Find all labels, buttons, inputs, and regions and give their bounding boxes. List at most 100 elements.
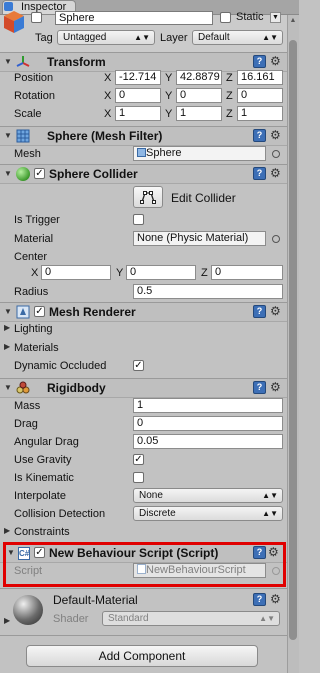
is-kinematic-checkbox[interactable] — [133, 472, 144, 483]
transform-header[interactable] — [0, 52, 287, 72]
axis-y-label[interactable]: Y — [116, 266, 123, 280]
edit-collider-button[interactable] — [133, 186, 163, 208]
materials-foldout[interactable]: Materials — [14, 341, 59, 355]
axis-y-label[interactable]: Y — [165, 107, 172, 121]
chevron-down-icon: ▲▼ — [134, 33, 150, 42]
axis-z-label[interactable]: Z — [226, 107, 233, 121]
radius-field[interactable]: 0.5 — [133, 284, 283, 299]
scale-y-field[interactable]: 1 — [176, 106, 222, 121]
axis-z-label[interactable]: Z — [201, 266, 208, 280]
chevron-down-icon: ▲▼ — [262, 491, 278, 500]
angular-drag-field[interactable]: 0.05 — [133, 434, 283, 449]
object-name-field[interactable]: Sphere — [55, 11, 213, 25]
axis-y-label[interactable]: Y — [165, 71, 172, 85]
fold-arrow-icon[interactable]: ▼ — [4, 165, 12, 183]
scrollbar-thumb[interactable] — [289, 40, 297, 640]
axis-x-label[interactable]: X — [104, 89, 111, 103]
gear-icon[interactable]: ⚙ — [270, 54, 281, 68]
rotation-z-field[interactable]: 0 — [237, 88, 283, 103]
interpolate-dropdown[interactable]: None ▲▼ — [133, 488, 283, 503]
mesh-field[interactable]: Sphere — [133, 146, 266, 161]
edit-collider-icon — [140, 191, 156, 204]
object-picker-icon[interactable] — [272, 150, 280, 158]
rigidbody-icon — [16, 381, 30, 394]
dynamic-occluded-checkbox[interactable]: ✓ — [133, 360, 144, 371]
layer-dropdown[interactable]: Default ▲▼ — [192, 30, 283, 45]
expand-arrow-icon[interactable]: ▶ — [4, 614, 10, 628]
sphere-collider-enabled-checkbox[interactable]: ✓ — [34, 168, 45, 179]
scroll-up-arrow-icon[interactable]: ▲ — [289, 17, 297, 25]
gear-icon[interactable]: ⚙ — [270, 128, 281, 142]
help-icon[interactable]: ? — [253, 167, 266, 180]
is-trigger-checkbox[interactable] — [133, 214, 144, 225]
use-gravity-checkbox[interactable]: ✓ — [133, 454, 144, 465]
layer-dropdown-value: Default — [198, 32, 230, 43]
collision-detection-dropdown[interactable]: Discrete ▲▼ — [133, 506, 283, 521]
axis-x-label[interactable]: X — [31, 266, 38, 280]
gear-icon[interactable]: ⚙ — [270, 592, 281, 606]
shader-label: Shader — [53, 613, 89, 625]
scale-z-field[interactable]: 1 — [237, 106, 283, 121]
chevron-down-icon: ▲▼ — [259, 614, 275, 623]
lighting-foldout[interactable]: Lighting — [14, 322, 53, 336]
help-icon[interactable]: ? — [253, 593, 266, 606]
expand-arrow-icon[interactable]: ▶ — [4, 340, 10, 354]
gear-icon[interactable]: ⚙ — [270, 304, 281, 318]
static-checkbox[interactable] — [220, 12, 231, 23]
rotation-y-field[interactable]: 0 — [176, 88, 222, 103]
fold-arrow-icon[interactable]: ▼ — [4, 303, 12, 321]
active-checkbox[interactable] — [31, 12, 42, 23]
use-gravity-label: Use Gravity — [14, 454, 72, 466]
help-icon[interactable]: ? — [253, 129, 266, 142]
divider — [0, 635, 287, 636]
center-z-field[interactable]: 0 — [211, 265, 283, 280]
fold-arrow-icon[interactable]: ▼ — [4, 379, 12, 397]
add-component-button[interactable]: Add Component — [26, 645, 258, 667]
gear-icon[interactable]: ⚙ — [270, 380, 281, 394]
rigidbody-title: Rigidbody — [47, 381, 106, 395]
help-icon[interactable]: ? — [253, 55, 266, 68]
mesh-grid-icon — [137, 148, 146, 157]
drag-field[interactable]: 0 — [133, 416, 283, 431]
help-icon[interactable]: ? — [253, 381, 266, 394]
object-picker-icon[interactable] — [272, 235, 280, 243]
interpolate-dropdown-value: None — [139, 490, 163, 501]
static-dropdown-icon[interactable]: ▼ — [270, 12, 281, 23]
mass-field[interactable]: 1 — [133, 398, 283, 413]
expand-arrow-icon[interactable]: ▶ — [4, 524, 10, 538]
axis-z-label[interactable]: Z — [226, 89, 233, 103]
constraints-foldout[interactable]: Constraints — [14, 525, 70, 539]
mesh-filter-title: Sphere (Mesh Filter) — [47, 129, 163, 143]
center-label: Center — [14, 251, 48, 263]
mesh-renderer-enabled-checkbox[interactable]: ✓ — [34, 306, 45, 317]
scale-x-field[interactable]: 1 — [115, 106, 161, 121]
fold-arrow-icon[interactable]: ▼ — [4, 127, 12, 145]
radius-label: Radius — [14, 286, 49, 298]
position-x-field[interactable]: -12.714 — [115, 70, 161, 85]
dynamic-occluded-label: Dynamic Occluded — [14, 360, 107, 372]
interpolate-label: Interpolate — [14, 490, 66, 502]
material-preview-sphere — [13, 595, 43, 625]
axis-z-label[interactable]: Z — [226, 71, 233, 85]
drag-label: Drag — [14, 418, 38, 430]
position-z-field[interactable]: 16.161 — [237, 70, 283, 85]
is-trigger-label: Is Trigger — [14, 214, 60, 226]
position-y-field[interactable]: 42.8879 — [176, 70, 222, 85]
axis-y-label[interactable]: Y — [165, 89, 172, 103]
center-x-field[interactable]: 0 — [41, 265, 111, 280]
rotation-x-field[interactable]: 0 — [115, 88, 161, 103]
axis-x-label[interactable]: X — [104, 107, 111, 121]
mesh-field-value: Sphere — [146, 147, 182, 159]
rigidbody-header[interactable] — [0, 378, 287, 398]
tag-dropdown-value: Untagged — [63, 32, 107, 43]
physic-material-field[interactable]: None (Physic Material) — [133, 231, 266, 246]
axis-x-label[interactable]: X — [104, 71, 111, 85]
center-y-field[interactable]: 0 — [126, 265, 196, 280]
scale-label: Scale — [14, 108, 42, 120]
help-icon[interactable]: ? — [253, 305, 266, 318]
tag-dropdown[interactable]: Untagged ▲▼ — [57, 30, 155, 45]
gear-icon[interactable]: ⚙ — [270, 166, 281, 180]
fold-arrow-icon[interactable]: ▼ — [4, 53, 12, 71]
cube-icon — [4, 11, 24, 33]
expand-arrow-icon[interactable]: ▶ — [4, 321, 10, 335]
